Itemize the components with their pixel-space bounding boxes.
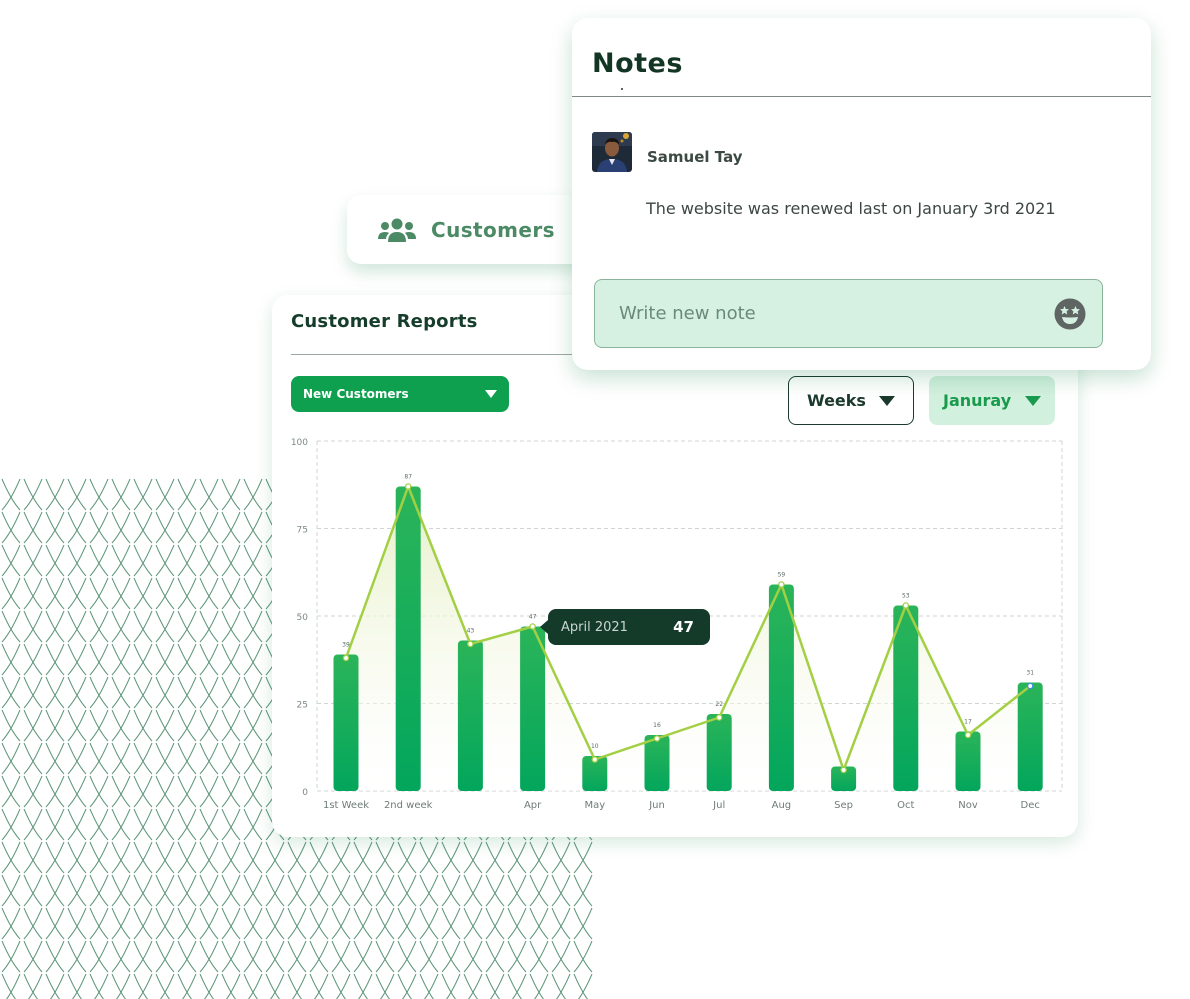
users-icon: [378, 218, 416, 242]
divider-dot: [621, 88, 623, 90]
chart-bar: [457, 640, 483, 791]
trend-point: [342, 654, 350, 662]
customer-chart: 0 25 50 75 100 39 1st Week 87 2nd week 43 47 Apr 10…: [291, 438, 1063, 811]
bar-value-label: 10: [591, 743, 599, 750]
bar-value-label: 22: [715, 701, 723, 708]
new-note-input[interactable]: [617, 302, 1021, 325]
x-tick-label: Dec: [1021, 800, 1040, 811]
customers-label: Customers: [431, 217, 555, 242]
new-note-box[interactable]: [594, 279, 1103, 348]
x-tick-label: Apr: [524, 800, 542, 811]
notes-title: Notes: [592, 48, 683, 79]
x-tick-label: Nov: [958, 800, 978, 811]
x-tick-label: Sep: [834, 800, 853, 811]
chart-bar: [955, 731, 981, 791]
trend-point: [1026, 682, 1034, 690]
x-tick-label: May: [584, 800, 605, 811]
x-tick-label: Aug: [772, 800, 792, 811]
trend-point: [778, 581, 785, 588]
trend-point: [591, 756, 599, 763]
y-tick-label: 100: [291, 438, 308, 448]
bar-value-label: 39: [342, 642, 350, 649]
x-tick-label: Jun: [648, 800, 665, 811]
chart-bar: [395, 486, 421, 791]
note-author: Samuel Tay: [647, 148, 743, 166]
bar-value-label: 47: [529, 614, 537, 621]
tooltip-label: April 2021: [561, 619, 628, 635]
chart-bar: [768, 584, 794, 791]
bar-value-label: 87: [404, 474, 412, 481]
x-tick-label: 1st Week: [323, 800, 369, 811]
bar-value-label: 53: [902, 593, 910, 600]
notes-divider: [572, 96, 1151, 97]
trend-point: [964, 731, 972, 739]
x-tick-label: Oct: [897, 800, 914, 811]
chart-bar: [706, 714, 732, 791]
y-tick-label: 50: [297, 613, 309, 623]
trend-point: [840, 766, 847, 774]
bar-value-label: 16: [653, 722, 661, 729]
y-tick-label: 0: [302, 788, 308, 798]
customer-reports-card: Customer Reports New Customers Weeks Jan…: [272, 295, 1078, 837]
star-struck-emoji-icon[interactable]: [1054, 298, 1086, 330]
trend-point: [404, 483, 412, 490]
note-text: The website was renewed last on January …: [646, 199, 1056, 218]
y-tick-label: 75: [297, 526, 308, 536]
trend-point: [653, 735, 661, 742]
trend-point: [715, 714, 723, 721]
notes-card: Notes Samuel Tay The website was renewed…: [572, 18, 1151, 370]
trend-point: [902, 602, 910, 609]
chart-bar: [520, 626, 546, 791]
bar-value-label: 59: [778, 572, 786, 579]
chart-bar: [1017, 682, 1043, 791]
x-tick-label: Jul: [712, 800, 725, 811]
bar-value-label: 31: [1026, 670, 1034, 677]
bar-value-label: 17: [964, 719, 972, 726]
chart-bar: [893, 605, 919, 791]
avatar[interactable]: [592, 132, 632, 172]
trend-point: [467, 640, 474, 648]
bar-value-label: 43: [467, 628, 475, 635]
tooltip-value: 47: [673, 618, 694, 636]
chart-bar: [333, 654, 359, 791]
y-tick-label: 25: [297, 701, 308, 711]
chart-tooltip: April 2021 47: [540, 609, 710, 645]
trend-point: [529, 623, 536, 630]
chart-bar: [644, 735, 670, 791]
x-tick-label: 2nd week: [384, 800, 433, 811]
